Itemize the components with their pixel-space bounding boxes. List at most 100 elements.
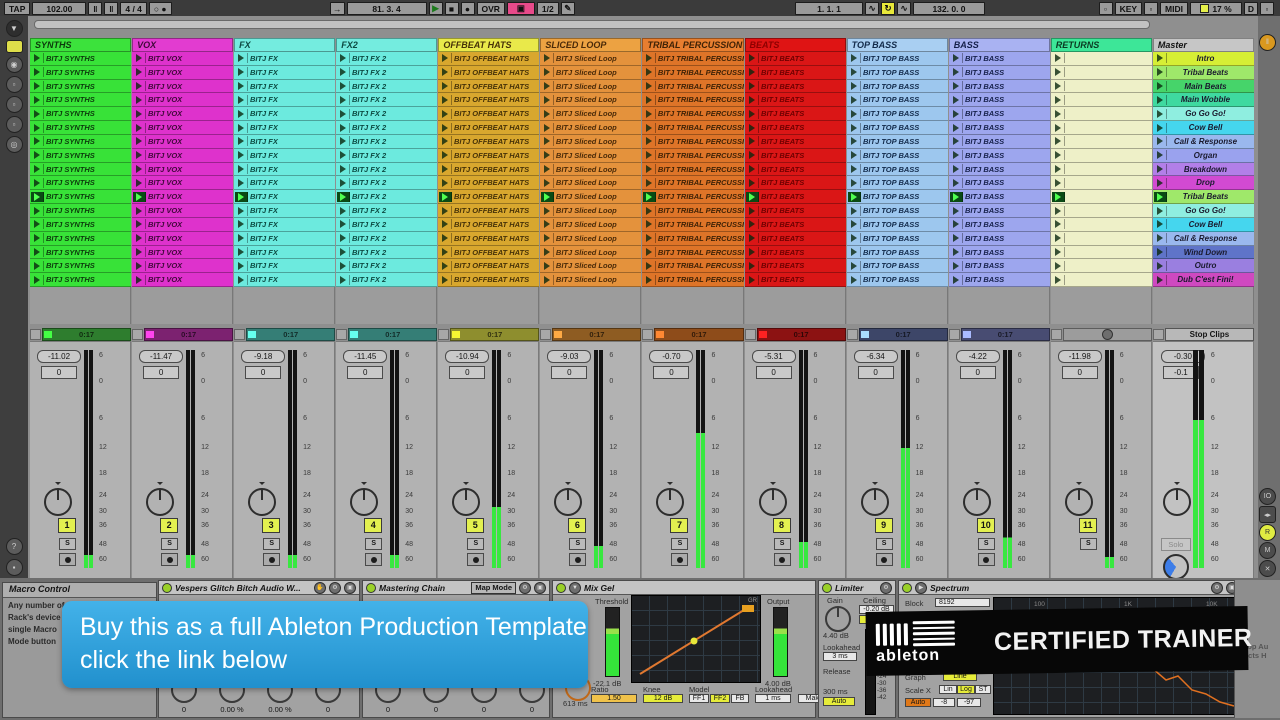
clip-play-button[interactable] xyxy=(133,206,146,216)
clip-slot[interactable]: BITJ OFFBEAT HATS xyxy=(438,259,539,273)
clip-slot[interactable]: BITJ FX 2 xyxy=(336,204,437,218)
pan-knob[interactable] xyxy=(44,488,72,516)
pan-value-field[interactable]: 0 xyxy=(858,366,894,379)
clip-play-button-active[interactable] xyxy=(950,192,963,202)
clip-play-button[interactable] xyxy=(133,219,146,229)
empty-clip-area[interactable] xyxy=(540,287,641,324)
clip-slot[interactable]: BITJ BEATS xyxy=(745,149,846,163)
clip-play-button[interactable] xyxy=(235,164,248,174)
clip-slot[interactable]: BITJ BEATS xyxy=(745,246,846,260)
clip-slot[interactable]: BITJ VOX xyxy=(132,93,233,107)
clip-play-button[interactable] xyxy=(746,67,759,77)
clip-play-button[interactable] xyxy=(439,247,452,257)
hot-swap-icon[interactable]: ⚙ xyxy=(880,582,892,594)
device-browser-button[interactable] xyxy=(6,40,23,53)
clip-play-button[interactable] xyxy=(643,136,656,146)
info-view-button[interactable]: ? xyxy=(6,538,23,555)
empty-clip-area[interactable] xyxy=(234,287,335,324)
clip-slot[interactable]: BITJ FX xyxy=(234,149,335,163)
device-on-led[interactable] xyxy=(822,583,832,593)
clip-play-button[interactable] xyxy=(950,136,963,146)
track-activator-button[interactable]: 9 xyxy=(875,518,893,533)
clip-slot[interactable]: BITJ TRIBAL PERCUSSI xyxy=(642,246,744,260)
volume-value-field[interactable]: -9.03 xyxy=(547,350,591,363)
track-header-fx2[interactable]: FX2 xyxy=(336,38,437,52)
clip-play-button[interactable] xyxy=(337,275,350,285)
clip-play-button[interactable] xyxy=(133,164,146,174)
clip-slot[interactable]: BITJ TRIBAL PERCUSSI xyxy=(642,232,744,246)
clip-play-button[interactable] xyxy=(643,247,656,257)
pan-value-field[interactable]: 0 xyxy=(41,366,77,379)
scene-launch-button[interactable] xyxy=(1154,261,1167,271)
clip-play-button[interactable] xyxy=(950,275,963,285)
loop-button[interactable]: ↻ xyxy=(881,2,895,15)
show-io-button[interactable]: IO xyxy=(1259,488,1276,505)
clip-slot[interactable]: BITJ OFFBEAT HATS xyxy=(438,66,539,80)
volume-value-field[interactable]: -4.22 xyxy=(956,350,1000,363)
clip-play-button[interactable] xyxy=(950,123,963,133)
clip-slot[interactable]: BITJ SYNTHS xyxy=(30,52,131,66)
scene-launch-button[interactable] xyxy=(1154,95,1167,105)
clip-slot[interactable]: BITJ VOX xyxy=(132,232,233,246)
scene-slot[interactable]: Cow Bell xyxy=(1153,121,1254,135)
volume-value-field[interactable]: -5.31 xyxy=(752,350,796,363)
clip-slot[interactable]: BITJ TRIBAL PERCUSSI xyxy=(642,163,744,177)
clip-play-button[interactable] xyxy=(1052,247,1065,257)
draw-mode-button[interactable]: ✎ xyxy=(561,2,575,15)
clip-play-button[interactable] xyxy=(337,261,350,271)
clip-slot[interactable]: BITJ BEATS xyxy=(745,163,846,177)
pan-value-field[interactable]: 0 xyxy=(245,366,281,379)
hot-swap-icon[interactable]: ⚙ xyxy=(519,582,531,594)
model-fb-button[interactable]: FB xyxy=(731,694,749,703)
clip-slot[interactable]: BITJ SYNTHS xyxy=(30,190,131,204)
clip-slot[interactable]: BITJ TRIBAL PERCUSSI xyxy=(642,190,744,204)
clip-play-button[interactable] xyxy=(643,67,656,77)
clip-play-button[interactable] xyxy=(541,53,554,63)
clip-slot[interactable]: BITJ OFFBEAT HATS xyxy=(438,232,539,246)
clip-play-button[interactable] xyxy=(1052,123,1065,133)
scene-slot[interactable]: Breakdown xyxy=(1153,163,1254,177)
clip-play-button[interactable] xyxy=(541,136,554,146)
clip-slot[interactable]: BITJ BEATS xyxy=(745,176,846,190)
clip-slot[interactable]: BITJ BASS xyxy=(949,135,1050,149)
pan-value-field[interactable]: 0 xyxy=(653,366,689,379)
arm-button[interactable] xyxy=(59,553,76,566)
clip-play-button[interactable] xyxy=(1052,178,1065,188)
threshold-meter[interactable] xyxy=(605,607,620,677)
clip-play-button[interactable] xyxy=(950,247,963,257)
clip-slot[interactable]: BITJ FX xyxy=(234,190,335,204)
clip-slot[interactable]: BITJ FX 2 xyxy=(336,66,437,80)
gain-value[interactable]: 4.40 dB xyxy=(823,631,849,640)
clip-play-button[interactable] xyxy=(950,233,963,243)
scene-launch-button[interactable] xyxy=(1154,206,1167,216)
show-crossfader-button[interactable]: ✕ xyxy=(1259,560,1276,577)
clip-slot[interactable]: BITJ FX 2 xyxy=(336,259,437,273)
file-browser-2-button[interactable]: ▫ xyxy=(6,96,23,113)
clip-play-button[interactable] xyxy=(439,233,452,243)
clip-play-button[interactable] xyxy=(235,123,248,133)
clip-play-button[interactable] xyxy=(133,275,146,285)
file-browser-1-button[interactable]: ▫ xyxy=(6,76,23,93)
clip-play-button[interactable] xyxy=(643,150,656,160)
device-header[interactable]: Vespers Glitch Bitch Audio W... ✋ ⚙ ▣ xyxy=(159,581,359,595)
clip-slot[interactable]: BITJ BEATS xyxy=(745,232,846,246)
clip-slot[interactable]: BITJ BEATS xyxy=(745,218,846,232)
clip-play-button[interactable] xyxy=(133,67,146,77)
clip-slot[interactable]: BITJ BASS xyxy=(949,176,1050,190)
clip-slot[interactable]: BITJ Sliced Loop xyxy=(540,93,641,107)
clip-play-button[interactable] xyxy=(746,150,759,160)
clip-slot[interactable]: BITJ SYNTHS xyxy=(30,163,131,177)
solo-button[interactable]: S xyxy=(59,538,76,550)
lookahead-value[interactable]: 1 ms xyxy=(755,694,791,703)
clip-slot[interactable]: BITJ TRIBAL PERCUSSI xyxy=(642,176,744,190)
show-mixer-button[interactable]: M xyxy=(1259,542,1276,559)
clip-play-button[interactable] xyxy=(950,206,963,216)
clip-play-button[interactable] xyxy=(133,150,146,160)
clip-play-button[interactable] xyxy=(1052,233,1065,243)
clip-slot[interactable]: BITJ VOX xyxy=(132,218,233,232)
clip-play-button[interactable] xyxy=(746,164,759,174)
clip-slot[interactable] xyxy=(1051,66,1152,80)
empty-clip-area[interactable] xyxy=(132,287,233,324)
clip-slot[interactable]: BITJ TOP BASS xyxy=(847,163,948,177)
clip-play-button[interactable] xyxy=(746,219,759,229)
